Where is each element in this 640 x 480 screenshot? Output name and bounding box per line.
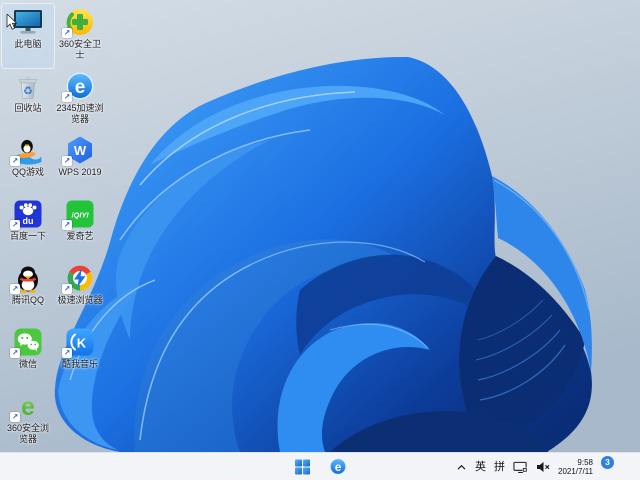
- desktop-icon-360-safe-browser[interactable]: e ↗ 360安全浏览器: [2, 388, 54, 452]
- shortcut-arrow-icon: ↗: [62, 156, 72, 166]
- desktop-icon-tencent-qq[interactable]: ↗ 腾讯QQ: [2, 260, 54, 324]
- icon-label: 腾讯QQ: [11, 295, 44, 305]
- ime-english-indicator[interactable]: 英: [475, 461, 486, 473]
- desktop-icon-recycle-bin[interactable]: ♻ 回收站: [2, 68, 54, 132]
- svg-text:du: du: [23, 216, 34, 226]
- shortcut-arrow-icon: ↗: [62, 348, 72, 358]
- shortcut-arrow-icon: ↗: [10, 412, 20, 422]
- icon-label: 极速浏览器: [57, 295, 103, 305]
- clock-date: 2021/7/11: [558, 467, 593, 476]
- desktop-icon-qq-games[interactable]: ↗ QQ游戏: [2, 132, 54, 196]
- desktop-icon-speed-browser[interactable]: ↗ 极速浏览器: [54, 260, 106, 324]
- ime-pinyin-indicator[interactable]: 拼: [494, 461, 505, 473]
- network-icon[interactable]: [513, 461, 528, 474]
- volume-muted-icon[interactable]: [536, 461, 550, 473]
- windows-desktop: 此电脑 ♻ 回收站 ↗ QQ游戏 du ↗ 百度一下 ↗ 腾讯QQ ↗ 微信 e…: [0, 0, 640, 480]
- icon-label: QQ游戏: [11, 167, 44, 177]
- icon-label: 2345加速浏览器: [56, 103, 104, 124]
- desktop-icon-baidu-search[interactable]: du ↗ 百度一下: [2, 196, 54, 260]
- svg-text:K: K: [77, 335, 87, 350]
- icon-label: WPS 2019: [58, 167, 102, 177]
- this-pc-icon: [14, 9, 42, 34]
- desktop-icon-kuwo-music[interactable]: K ↗ 酷我音乐: [54, 324, 106, 388]
- icon-label: 360安全浏览器: [6, 423, 50, 444]
- tray-chevron-up-icon[interactable]: [456, 462, 467, 473]
- shortcut-arrow-icon: ↗: [62, 220, 72, 230]
- svg-text:♻: ♻: [23, 85, 33, 97]
- taskbar: e 英 拼 9:58 2021/7/11 3: [0, 452, 640, 480]
- shortcut-arrow-icon: ↗: [10, 220, 20, 230]
- icon-label: 微信: [18, 359, 37, 369]
- svg-text:e: e: [21, 393, 35, 421]
- shortcut-arrow-icon: ↗: [10, 284, 20, 294]
- svg-text:iQIYI: iQIYI: [71, 210, 89, 219]
- svg-text:e: e: [75, 77, 86, 98]
- desktop-icon-this-pc[interactable]: 此电脑: [1, 3, 55, 69]
- desktop-icon-2345-browser[interactable]: e ↗ 2345加速浏览器: [54, 68, 106, 132]
- shortcut-arrow-icon: ↗: [10, 156, 20, 166]
- shortcut-arrow-icon: ↗: [62, 28, 72, 38]
- icon-label: 百度一下: [9, 231, 46, 241]
- icon-label: 酷我音乐: [61, 359, 98, 369]
- taskbar-center: e: [290, 453, 351, 480]
- desktop-icon-iqiyi[interactable]: iQIYI ↗ 爱奇艺: [54, 196, 106, 260]
- desktop-icon-360-safe-guard[interactable]: ↗ 360安全卫士: [54, 4, 106, 68]
- browser-e-icon: e: [328, 457, 347, 476]
- icon-label: 360安全卫士: [58, 39, 102, 60]
- icon-label: 此电脑: [14, 39, 42, 49]
- browser-taskbar-button[interactable]: e: [325, 455, 351, 479]
- svg-text:e: e: [334, 460, 341, 474]
- desktop-icon-wps-2019[interactable]: W ↗ WPS 2019: [54, 132, 106, 196]
- system-tray: 英 拼 9:58 2021/7/11 3: [456, 453, 614, 480]
- shortcut-arrow-icon: ↗: [62, 284, 72, 294]
- taskbar-clock[interactable]: 9:58 2021/7/11: [558, 458, 593, 476]
- desktop-icon-grid: 此电脑 ♻ 回收站 ↗ QQ游戏 du ↗ 百度一下 ↗ 腾讯QQ ↗ 微信 e…: [1, 3, 106, 452]
- svg-text:W: W: [74, 143, 87, 158]
- windows-start-icon: [295, 459, 310, 474]
- shortcut-arrow-icon: ↗: [62, 92, 72, 102]
- shortcut-arrow-icon: ↗: [10, 348, 20, 358]
- icon-label: 爱奇艺: [66, 231, 94, 241]
- notification-badge[interactable]: 3: [601, 455, 614, 469]
- clock-time: 9:58: [577, 458, 593, 467]
- start-button[interactable]: [290, 455, 316, 479]
- recycle-bin-icon: ♻: [19, 76, 37, 99]
- desktop-icon-wechat[interactable]: ↗ 微信: [2, 324, 54, 388]
- icon-label: 回收站: [14, 103, 42, 113]
